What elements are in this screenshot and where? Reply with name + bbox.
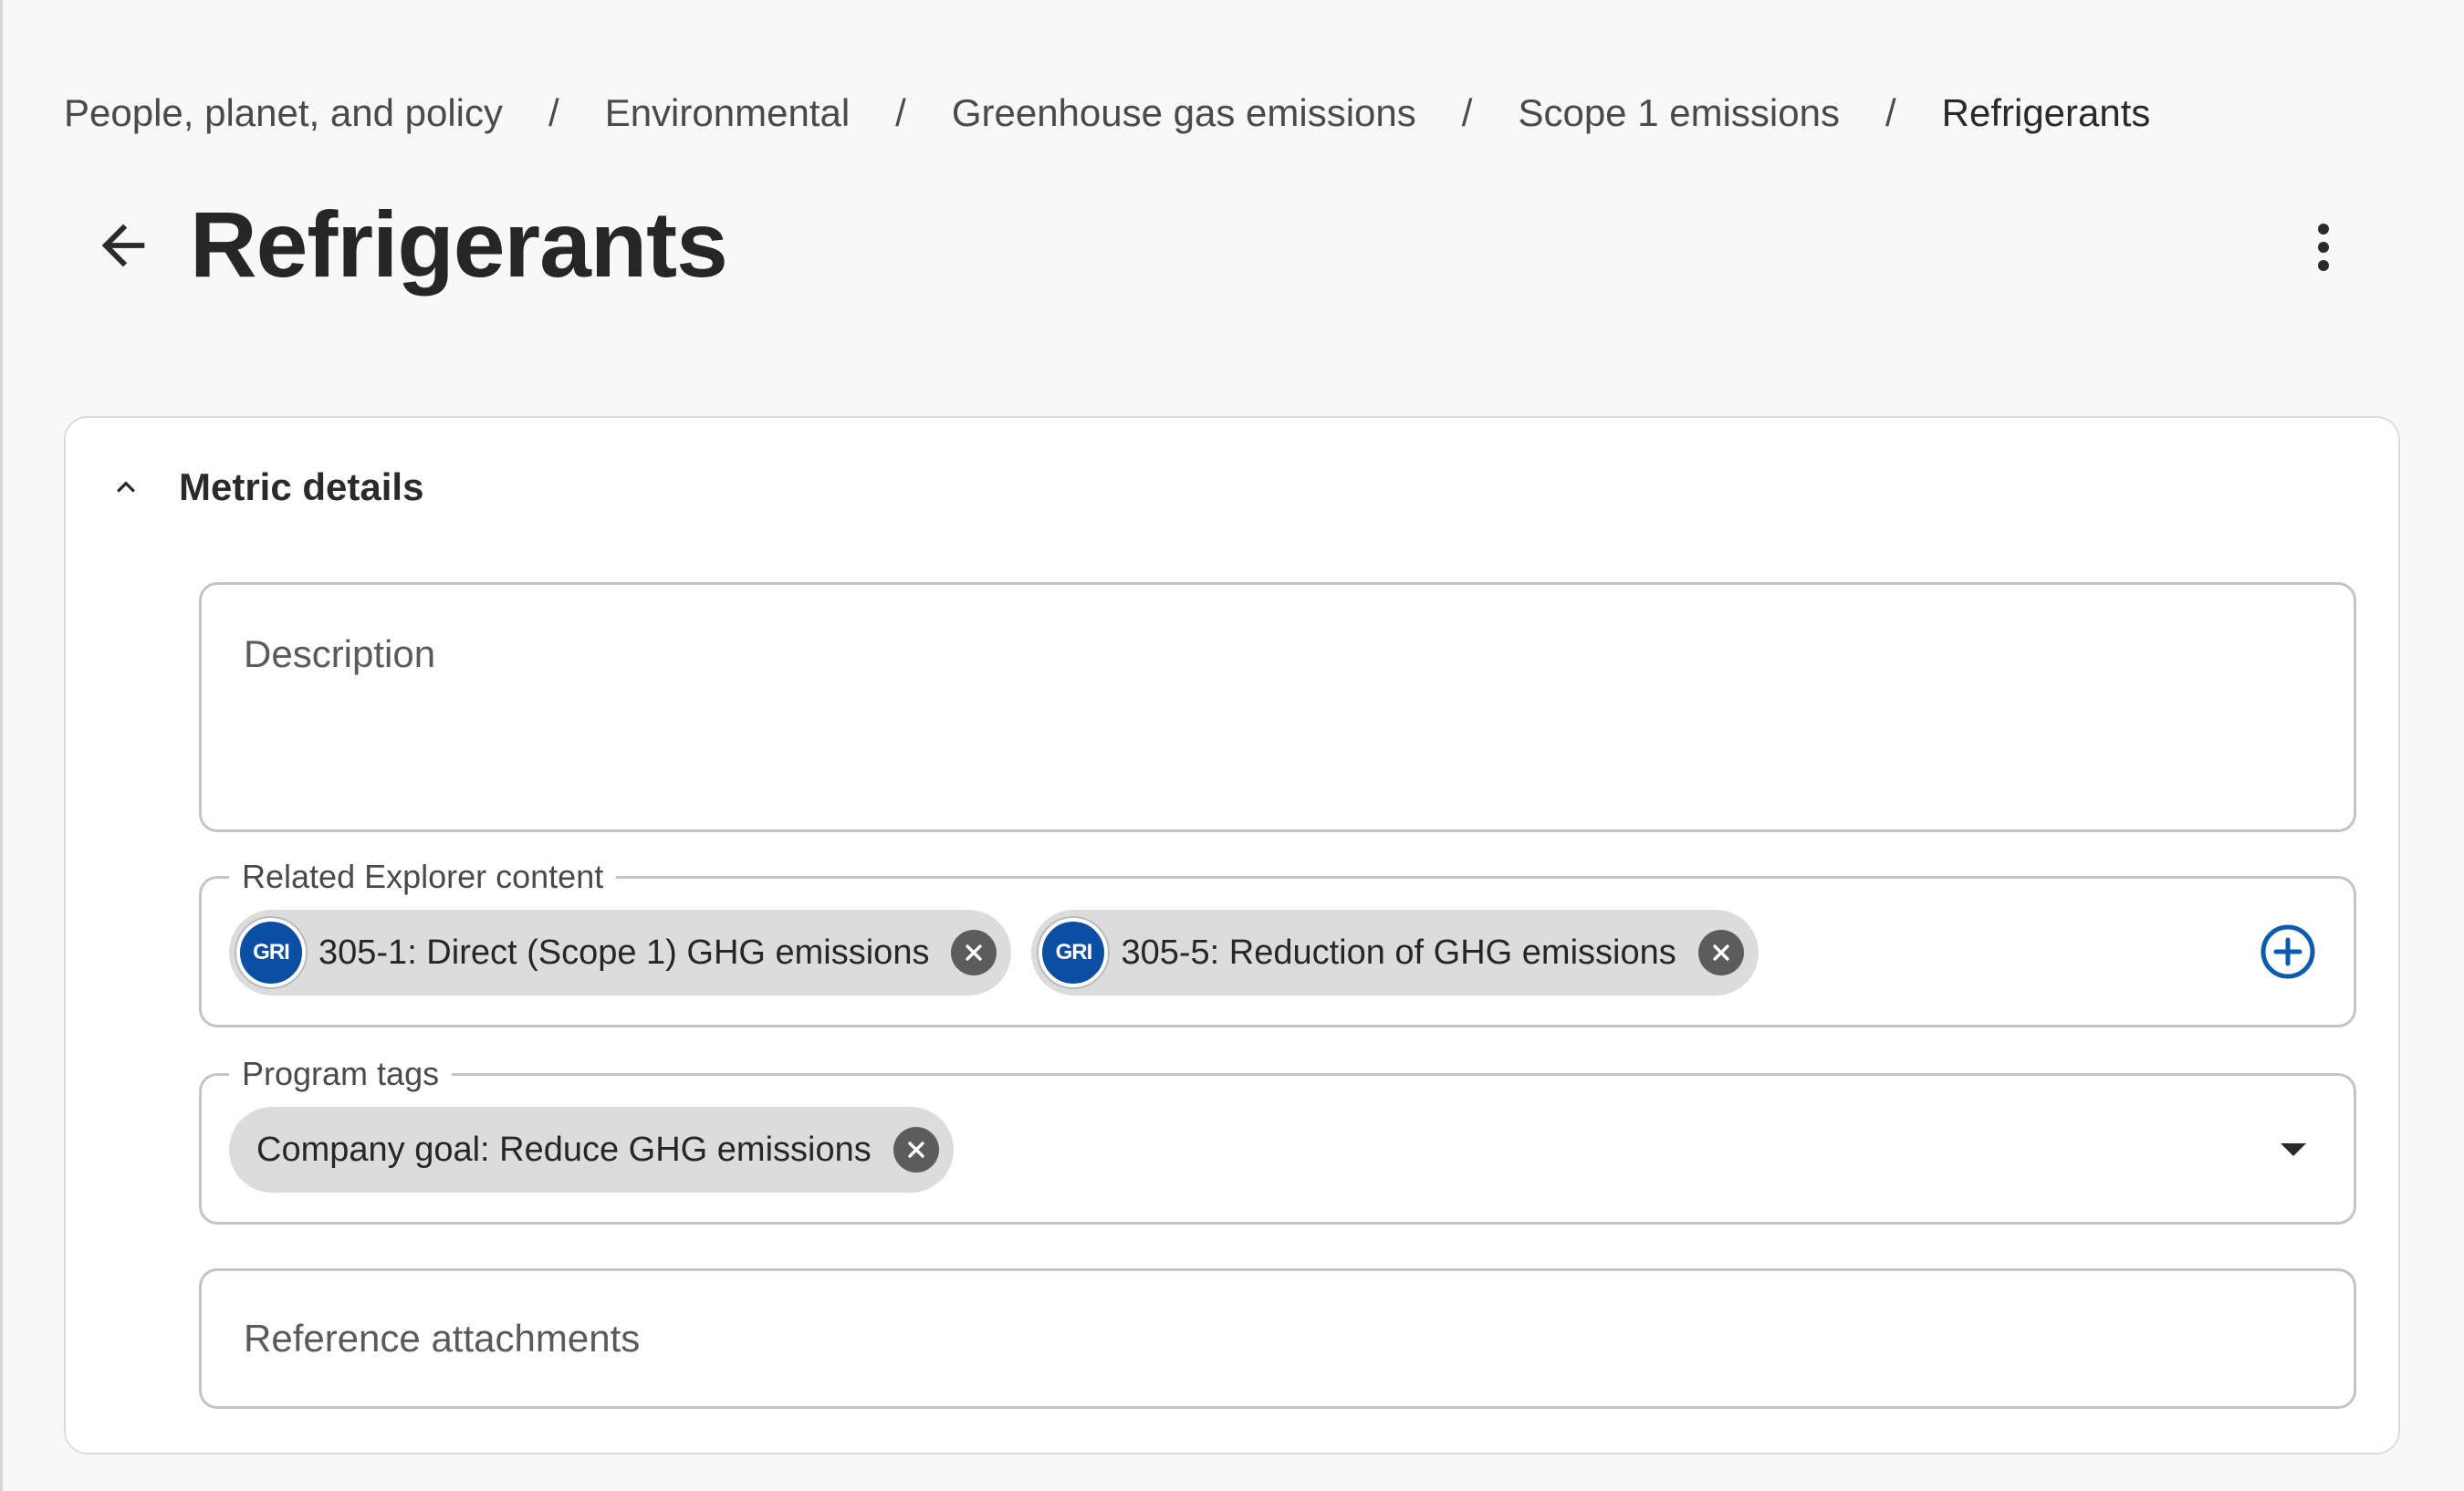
metric-details-toggle[interactable]: Metric details bbox=[99, 451, 423, 524]
reference-attachments-field[interactable]: Reference attachments bbox=[199, 1268, 2356, 1409]
description-field[interactable]: Description bbox=[199, 582, 2356, 832]
related-explorer-content-field: Related Explorer content GRI 305-1: Dire… bbox=[199, 851, 2356, 1027]
add-related-content-button[interactable] bbox=[2259, 923, 2317, 981]
metric-details-card: Metric details Description Related Explo… bbox=[64, 416, 2400, 1455]
arrow-left-icon bbox=[101, 224, 145, 266]
related-content-chips: GRI 305-1: Direct (Scope 1) GHG emission… bbox=[229, 910, 1759, 996]
metric-details-title: Metric details bbox=[179, 465, 424, 508]
dropdown-arrow-icon[interactable] bbox=[2275, 1136, 2312, 1163]
breadcrumb-item-ghg-emissions[interactable]: Greenhouse gas emissions bbox=[952, 91, 1416, 135]
chip-label: 305-1: Direct (Scope 1) GHG emissions bbox=[318, 933, 930, 972]
add-circle-icon bbox=[2260, 924, 2315, 979]
program-tags-label: Program tags bbox=[229, 1048, 453, 1100]
breadcrumb-item-people-planet-policy[interactable]: People, planet, and policy bbox=[64, 91, 503, 135]
close-icon[interactable] bbox=[951, 930, 997, 975]
breadcrumb-item-scope1-emissions[interactable]: Scope 1 emissions bbox=[1518, 91, 1840, 135]
related-explorer-content-label: Related Explorer content bbox=[229, 851, 617, 902]
back-button[interactable] bbox=[82, 204, 164, 287]
program-tags-field[interactable]: Program tags Company goal: Reduce GHG em… bbox=[199, 1048, 2356, 1225]
chip-label: 305-5: Reduction of GHG emissions bbox=[1121, 933, 1676, 972]
window-edge bbox=[0, 0, 3, 1491]
breadcrumb-item-environmental[interactable]: Environmental bbox=[605, 91, 850, 135]
description-placeholder: Description bbox=[244, 632, 436, 675]
breadcrumb-separator: / bbox=[1461, 91, 1473, 134]
chip-label: Company goal: Reduce GHG emissions bbox=[256, 1130, 872, 1169]
title-row: Refrigerants bbox=[82, 192, 728, 298]
chevron-up-icon bbox=[99, 460, 153, 515]
breadcrumb: People, planet, and policy / Environment… bbox=[64, 91, 2150, 135]
related-content-chip[interactable]: GRI 305-5: Reduction of GHG emissions bbox=[1031, 910, 1759, 996]
page-title: Refrigerants bbox=[190, 193, 728, 297]
related-content-chip[interactable]: GRI 305-1: Direct (Scope 1) GHG emission… bbox=[229, 910, 1012, 996]
program-tag-chips: Company goal: Reduce GHG emissions bbox=[229, 1107, 954, 1193]
breadcrumb-item-current: Refrigerants bbox=[1941, 91, 2151, 134]
reference-attachments-placeholder: Reference attachments bbox=[244, 1317, 641, 1360]
program-tag-chip[interactable]: Company goal: Reduce GHG emissions bbox=[229, 1107, 954, 1193]
more-options-button[interactable] bbox=[2289, 210, 2358, 285]
breadcrumb-separator: / bbox=[548, 91, 559, 134]
more-vertical-icon bbox=[2318, 224, 2329, 271]
close-icon[interactable] bbox=[893, 1127, 939, 1173]
gri-logo-icon: GRI bbox=[236, 918, 306, 987]
breadcrumb-separator: / bbox=[1885, 91, 1896, 134]
page: People, planet, and policy / Environment… bbox=[0, 0, 2464, 1491]
gri-logo-icon: GRI bbox=[1039, 918, 1109, 987]
close-icon[interactable] bbox=[1697, 930, 1744, 975]
breadcrumb-separator: / bbox=[895, 91, 906, 134]
